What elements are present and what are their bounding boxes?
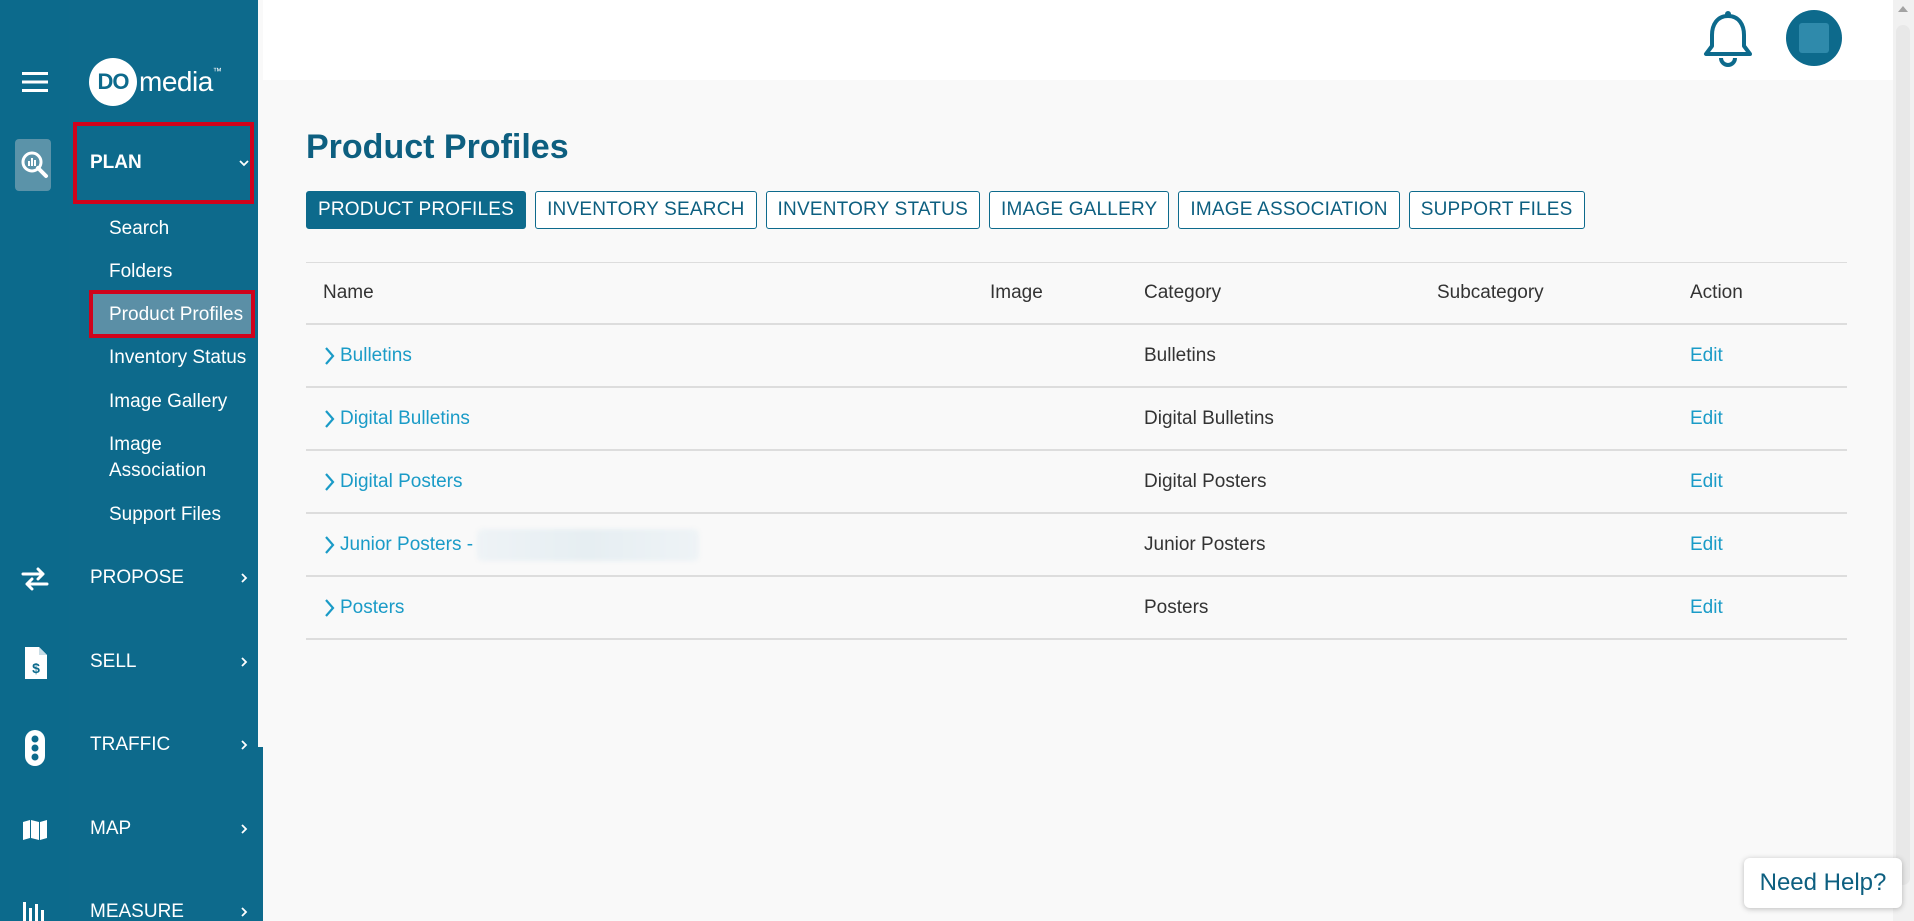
chevron-right-icon (325, 598, 335, 617)
nav-item-folders[interactable]: Folders (109, 259, 172, 285)
logo-initials: DO (89, 58, 137, 106)
row-name-text: Posters (340, 596, 405, 618)
row-edit-link[interactable]: Edit (1690, 345, 1847, 367)
nav-item-search[interactable]: Search (109, 216, 169, 242)
row-name-link[interactable]: Posters (306, 597, 990, 619)
row-name-text: Junior Posters - (340, 533, 474, 555)
nav-section-sell-label: SELL (90, 651, 137, 672)
svg-text:$: $ (32, 660, 40, 676)
row-category: Junior Posters (1144, 533, 1266, 555)
page-title: Product Profiles (306, 128, 569, 166)
product-profiles-table: Name Image Category Subcategory Action B… (306, 262, 1847, 640)
chevron-right-icon (325, 535, 335, 554)
nav-section-traffic[interactable]: TRAFFIC (90, 734, 250, 756)
top-header (263, 0, 1893, 80)
hamburger-menu-icon[interactable] (0, 64, 69, 100)
row-category: Posters (1144, 596, 1209, 618)
row-name-text: Bulletins (340, 344, 412, 366)
row-category: Digital Posters (1144, 470, 1267, 492)
nav-section-propose[interactable]: PROPOSE (90, 567, 250, 589)
nav-section-map[interactable]: MAP (90, 818, 250, 840)
nav-item-image-association-line1: Image (109, 434, 162, 455)
chevron-right-icon (325, 346, 335, 365)
icon-rail: $ (0, 0, 69, 921)
header-image: Image (990, 282, 1043, 303)
tab-inventory-search[interactable]: INVENTORY SEARCH (535, 191, 757, 229)
domedia-logo[interactable]: DO media ™ (89, 58, 222, 106)
chevron-right-icon (241, 573, 248, 583)
row-edit-link[interactable]: Edit (1690, 597, 1847, 619)
sub-nav-tabs: PRODUCT PROFILES INVENTORY SEARCH INVENT… (306, 191, 1585, 229)
row-edit-link[interactable]: Edit (1690, 471, 1847, 493)
nav-section-measure[interactable]: MEASURE (90, 901, 250, 921)
row-edit-link[interactable]: Edit (1690, 534, 1847, 556)
nav-section-measure-label: MEASURE (90, 901, 184, 921)
nav-item-support-files[interactable]: Support Files (109, 502, 221, 528)
avatar-image (1799, 23, 1829, 53)
traffic-light-icon[interactable] (0, 728, 69, 768)
tab-support-files[interactable]: SUPPORT FILES (1408, 191, 1585, 229)
table-row: Bulletins Bulletins Edit (306, 325, 1847, 388)
row-category: Digital Bulletins (1144, 407, 1274, 429)
table-row: Digital Posters Digital Posters Edit (306, 451, 1847, 514)
scroll-up-arrow-icon[interactable] (1898, 6, 1908, 12)
chevron-right-icon (325, 409, 335, 428)
need-help-button[interactable]: Need Help? (1744, 858, 1902, 908)
row-name-link[interactable]: Junior Posters - (306, 528, 990, 561)
scrollbar-thumb[interactable] (1896, 25, 1910, 885)
chevron-right-icon (241, 740, 248, 750)
nav-section-map-label: MAP (90, 818, 132, 839)
row-name-link[interactable]: Digital Bulletins (306, 408, 990, 430)
chevron-right-icon (241, 907, 248, 917)
header-name: Name (323, 282, 374, 303)
nav-section-propose-label: PROPOSE (90, 567, 184, 588)
nav-item-image-association-line2: Association (109, 460, 207, 481)
header-action: Action (1690, 282, 1743, 303)
chevron-right-icon (325, 472, 335, 491)
header-subcategory: Subcategory (1437, 282, 1544, 303)
table-row: Junior Posters - Junior Posters Edit (306, 514, 1847, 577)
nav-section-traffic-label: TRAFFIC (90, 734, 171, 755)
user-avatar[interactable] (1786, 10, 1842, 66)
notification-bell-icon[interactable] (1702, 10, 1754, 73)
table-header: Name Image Category Subcategory Action (306, 263, 1847, 325)
tab-image-association[interactable]: IMAGE ASSOCIATION (1178, 191, 1400, 229)
tab-product-profiles[interactable]: PRODUCT PROFILES (306, 191, 527, 229)
tab-image-gallery[interactable]: IMAGE GALLERY (988, 191, 1170, 229)
row-name-text: Digital Posters (340, 470, 463, 492)
row-category: Bulletins (1144, 344, 1216, 366)
row-name-text: Digital Bulletins (340, 407, 470, 429)
nav-item-image-gallery[interactable]: Image Gallery (109, 389, 227, 415)
plan-highlight-box (73, 122, 254, 204)
product-profiles-highlight-box (89, 290, 255, 338)
redacted-text (477, 528, 700, 561)
logo-trademark: ™ (212, 66, 222, 76)
swap-arrows-icon[interactable] (0, 564, 69, 594)
chevron-right-icon (241, 657, 248, 667)
row-edit-link[interactable]: Edit (1690, 408, 1847, 430)
nav-item-inventory-status[interactable]: Inventory Status (109, 345, 246, 371)
measure-chart-icon[interactable] (0, 898, 69, 921)
table-row: Posters Posters Edit (306, 577, 1847, 640)
nav-item-image-association[interactable]: Image Association (109, 432, 206, 484)
row-name-link[interactable]: Bulletins (306, 345, 990, 367)
table-row: Digital Bulletins Digital Bulletins Edit (306, 388, 1847, 451)
plan-search-chart-icon[interactable] (0, 149, 69, 181)
row-name-link[interactable]: Digital Posters (306, 471, 990, 493)
chevron-right-icon (241, 824, 248, 834)
invoice-dollar-icon[interactable]: $ (0, 645, 69, 681)
map-icon[interactable] (0, 816, 69, 844)
nav-section-sell[interactable]: SELL (90, 651, 250, 673)
header-category: Category (1144, 282, 1222, 303)
nav-panel-edge (258, 747, 263, 921)
logo-text: media (139, 66, 213, 97)
tab-inventory-status[interactable]: INVENTORY STATUS (765, 191, 980, 229)
